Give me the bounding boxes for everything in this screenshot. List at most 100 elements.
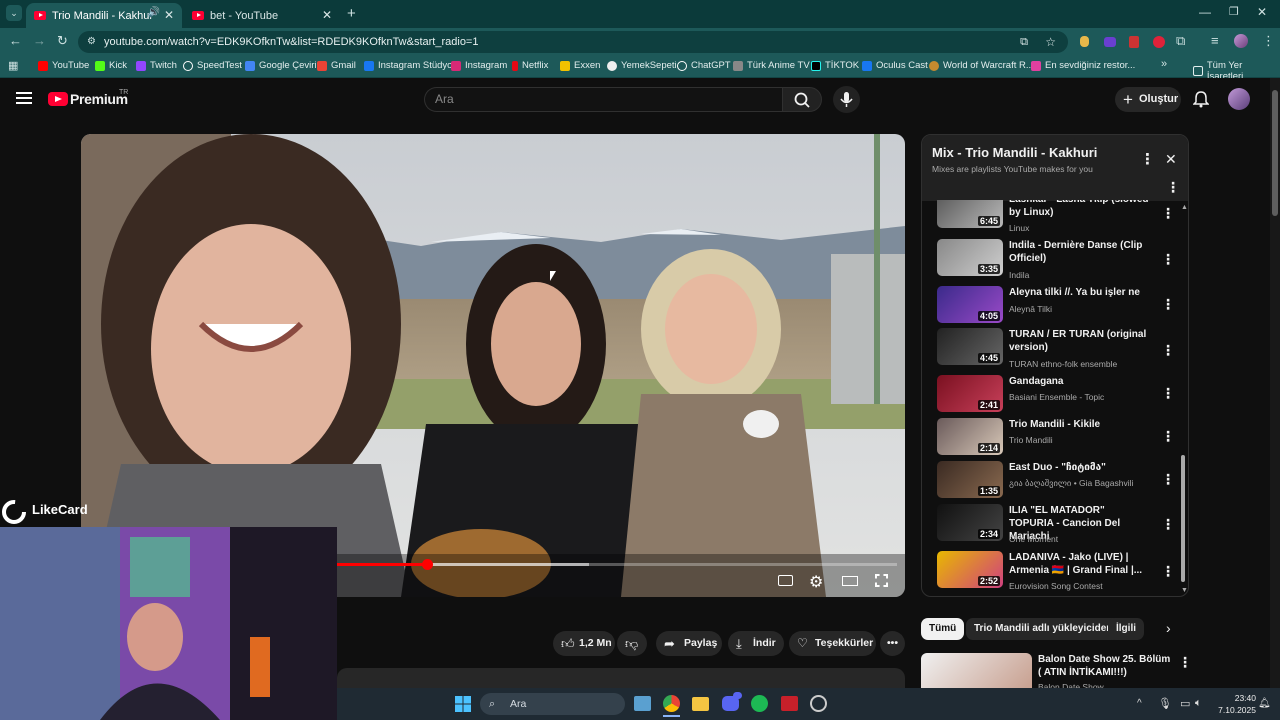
reading-list-icon[interactable]: ≡ bbox=[1211, 33, 1219, 48]
bookmark-exxen[interactable]: Exxen bbox=[560, 60, 600, 71]
bookmark-tiktok[interactable]: TİKTOK bbox=[811, 60, 859, 71]
new-tab-button[interactable]: + bbox=[347, 5, 356, 22]
tab-search-icon[interactable]: ⌄ bbox=[6, 5, 22, 21]
chip-related[interactable]: İlgili bbox=[1108, 618, 1144, 640]
tab-trio-mandili[interactable]: Trio Mandili - Kakhuri - You 🔊 ✕ bbox=[26, 3, 182, 28]
close-tab-icon[interactable]: ✕ bbox=[164, 8, 174, 22]
playlist-scrollbar[interactable] bbox=[1181, 455, 1185, 582]
tray-chevron-icon[interactable]: ^ bbox=[1137, 698, 1142, 709]
playlist-item[interactable]: 2:41 Gandagana Basiani Ensemble - Topic … bbox=[937, 375, 1177, 415]
bookmark-turk-anime-tv[interactable]: Türk Anime TV bbox=[733, 60, 810, 71]
steam-icon[interactable] bbox=[810, 695, 827, 712]
playlist-item[interactable]: 2:52 LADANIVA - Jako (LIVE) | Armenia 🇦🇲… bbox=[937, 551, 1177, 593]
share-button[interactable]: ➦ Paylaş bbox=[656, 631, 722, 656]
item-menu-icon[interactable]: ⋮ bbox=[1161, 471, 1175, 488]
bookmark-youtube[interactable]: YouTube bbox=[38, 60, 89, 71]
bookmark-kick[interactable]: Kick bbox=[95, 60, 127, 71]
page-scrollbar-thumb[interactable] bbox=[1272, 90, 1278, 216]
youtube-logo-icon[interactable] bbox=[48, 92, 68, 106]
playlist-item[interactable]: 4:45 TURAN / ER TURAN (original version)… bbox=[937, 328, 1177, 370]
minimize-button[interactable]: — bbox=[1199, 5, 1211, 19]
chrome-menu-icon[interactable]: ⋮ bbox=[1262, 33, 1275, 49]
extensions-puzzle-icon[interactable]: ⧉ bbox=[1176, 33, 1185, 49]
playlist-item[interactable]: 4:05 Aleyna tilki //. Ya bu işler ne Ale… bbox=[937, 286, 1177, 326]
download-button[interactable]: ⤓ İndir bbox=[728, 631, 784, 656]
profile-avatar[interactable] bbox=[1234, 34, 1248, 48]
bookmark-world-of-warcraft[interactable]: World of Warcraft R... bbox=[929, 60, 1034, 71]
playlist-item[interactable]: 2:34 ILIA "EL MATADOR" TOPURIA - Cancion… bbox=[937, 504, 1177, 546]
recommendation-menu-icon[interactable]: ⋮ bbox=[1178, 654, 1192, 671]
bookmark-instagram-studio[interactable]: Instagram Stüdyo bbox=[364, 60, 452, 71]
extension-icon[interactable] bbox=[1153, 36, 1165, 48]
voice-search-button[interactable] bbox=[833, 86, 860, 113]
playlist-item[interactable]: 3:35 Indila - Dernière Danse (Clip Offic… bbox=[937, 239, 1177, 281]
site-info-icon[interactable]: ⚙ bbox=[87, 31, 96, 53]
clock[interactable]: 23:40 7.10.2025 bbox=[1212, 692, 1256, 716]
playlist-item[interactable]: 6:45 Lashkar - Lasha Tkip (slowed by Lin… bbox=[937, 200, 1177, 237]
item-menu-icon[interactable]: ⋮ bbox=[1161, 296, 1175, 313]
item-menu-icon[interactable]: ⋮ bbox=[1161, 428, 1175, 445]
chevron-right-icon[interactable]: › bbox=[1166, 620, 1171, 636]
settings-gear-icon[interactable]: ⚙ bbox=[809, 572, 823, 592]
close-window-button[interactable]: ✕ bbox=[1257, 5, 1267, 19]
taskbar-search[interactable]: ⌕ Ara bbox=[480, 693, 625, 715]
playlist-item[interactable]: 2:14 Trio Mandili - Kikile Trio Mandili … bbox=[937, 418, 1177, 458]
thanks-button[interactable]: ♡ Teşekkürler bbox=[789, 631, 876, 656]
spotify-icon[interactable] bbox=[751, 695, 768, 712]
notifications-bell-icon[interactable] bbox=[1192, 90, 1210, 113]
bookmark-gmail[interactable]: Gmail bbox=[317, 60, 356, 71]
chip-from-uploader[interactable]: Trio Mandili adlı yükleyiciden bbox=[966, 618, 1121, 640]
item-menu-icon[interactable]: ⋮ bbox=[1161, 342, 1175, 359]
dislike-button[interactable]: 👎︎ bbox=[617, 631, 647, 656]
recommendation-title[interactable]: Balon Date Show 25. Bölüm ( ATIN İNTİKAM… bbox=[1038, 653, 1173, 679]
chrome-taskbar-icon[interactable] bbox=[663, 695, 680, 712]
more-actions-button[interactable]: ••• bbox=[880, 631, 905, 656]
notification-center-icon[interactable]: 🔔︎ bbox=[1258, 698, 1271, 709]
bookmark-chatgpt[interactable]: ChatGPT bbox=[677, 60, 731, 71]
bookmark-instagram[interactable]: Instagram bbox=[451, 60, 507, 71]
search-button[interactable] bbox=[782, 87, 822, 112]
chip-all[interactable]: Tümü bbox=[921, 618, 965, 640]
cast-icon[interactable]: ⧉ bbox=[1020, 31, 1028, 53]
scroll-down-icon[interactable]: ▼ bbox=[1181, 587, 1188, 594]
mic-tray-icon[interactable]: 🎙︎ bbox=[1158, 697, 1172, 710]
apps-grid-icon[interactable]: ▦ bbox=[8, 59, 18, 72]
playlist-options-icon[interactable]: ⋮ bbox=[1166, 179, 1180, 196]
more-bookmarks-icon[interactable]: » bbox=[1161, 58, 1167, 70]
address-bar[interactable]: ⚙ youtube.com/watch?v=EDK9KOfknTw&list=R… bbox=[78, 31, 1068, 53]
recommendation-thumbnail[interactable] bbox=[921, 653, 1032, 688]
extension-icon[interactable] bbox=[1129, 36, 1139, 48]
item-menu-icon[interactable]: ⋮ bbox=[1161, 516, 1175, 533]
item-menu-icon[interactable]: ⋮ bbox=[1161, 385, 1175, 402]
windows-start-icon[interactable] bbox=[455, 696, 471, 712]
reload-icon[interactable]: ↻ bbox=[57, 33, 68, 49]
search-input[interactable]: Ara bbox=[424, 87, 782, 112]
item-menu-icon[interactable]: ⋮ bbox=[1161, 251, 1175, 268]
bookmark-restaurant[interactable]: En sevdiğiniz restor... bbox=[1031, 60, 1135, 71]
bookmark-netflix[interactable]: Netflix bbox=[512, 60, 548, 71]
tab-bet-youtube[interactable]: bet - YouTube ✕ bbox=[184, 3, 340, 28]
bookmark-oculus-cast[interactable]: Oculus Cast bbox=[862, 60, 928, 71]
scrubber-handle[interactable] bbox=[421, 559, 433, 570]
theater-mode-icon[interactable] bbox=[842, 576, 858, 586]
close-tab-icon[interactable]: ✕ bbox=[322, 8, 332, 22]
playlist-menu-icon[interactable]: ⋮ bbox=[1140, 150, 1155, 168]
bookmark-google-translate[interactable]: Google Çeviri bbox=[245, 60, 317, 71]
hamburger-menu-icon[interactable] bbox=[16, 92, 32, 94]
taskbar-app-icon[interactable] bbox=[634, 696, 651, 711]
like-button[interactable]: 👍︎ 1,2 Mn bbox=[553, 631, 615, 656]
item-menu-icon[interactable]: ⋮ bbox=[1161, 205, 1175, 222]
extension-icon[interactable] bbox=[1104, 37, 1116, 47]
voicemod-icon[interactable] bbox=[781, 696, 798, 711]
bookmark-speedtest[interactable]: SpeedTest bbox=[183, 60, 242, 71]
file-explorer-icon[interactable] bbox=[692, 697, 709, 711]
item-menu-icon[interactable]: ⋮ bbox=[1161, 563, 1175, 580]
scroll-up-icon[interactable]: ▲ bbox=[1181, 204, 1188, 211]
back-icon[interactable]: ← bbox=[9, 33, 22, 48]
speaker-icon[interactable]: 🔊 bbox=[148, 7, 160, 18]
subtitles-icon[interactable] bbox=[778, 575, 793, 586]
bookmark-yemeksepeti[interactable]: YemekSepeti bbox=[607, 60, 677, 71]
network-icon[interactable]: ▭ bbox=[1180, 697, 1190, 710]
playlist-item[interactable]: 1:35 East Duo - "ჩიტიმა" გია ბაღაშვილი •… bbox=[937, 461, 1177, 501]
description-box[interactable] bbox=[337, 668, 905, 688]
